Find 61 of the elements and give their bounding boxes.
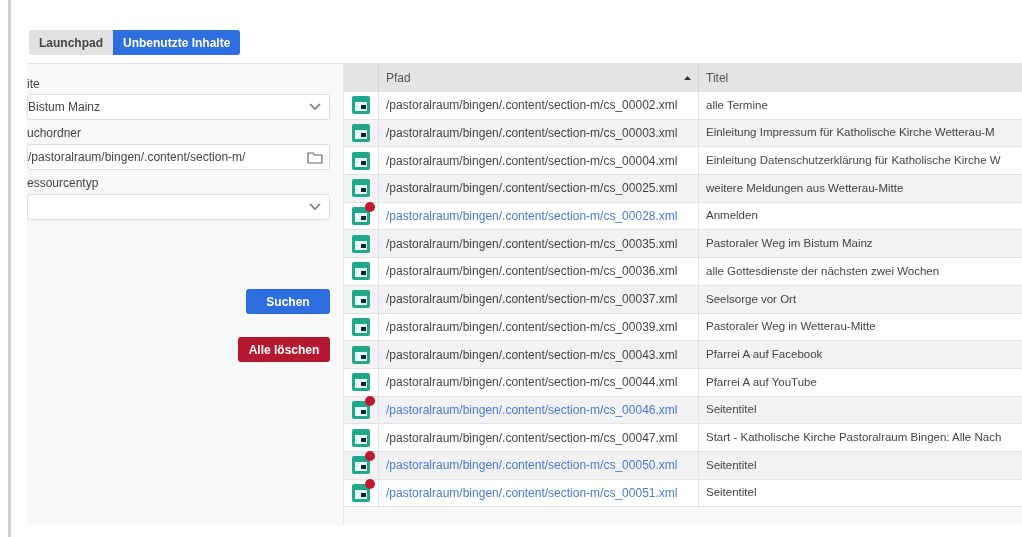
table-cell-text: Einleitung Datenschutzerklärung für Katholische Kirche W <box>706 153 1001 169</box>
table-cell-text: Seitentitel <box>706 402 757 418</box>
table-cell-text: /pastoralraum/bingen/.content/section-m/cs_00035.xml <box>386 235 678 253</box>
table-cell-text: Seitentitel <box>706 457 757 473</box>
breadcrumb-item[interactable]: Unbenutzte Inhalte <box>113 30 241 55</box>
table-cell-text: Einleitung Impressum für Katholische Kirche Wetterau-M <box>706 125 995 141</box>
page-icon <box>351 123 371 144</box>
path-link[interactable]: /pastoralraum/bingen/.content/section-m/cs_00046.xml <box>386 400 678 419</box>
table-cell-text: Seelsorge vor Ort <box>706 291 797 307</box>
column-header[interactable]: Titel <box>706 69 729 87</box>
breadcrumb-item[interactable]: Launchpad <box>29 30 113 55</box>
resource-type-select[interactable] <box>27 194 330 220</box>
field-label: uchordner <box>27 125 83 142</box>
path-link[interactable]: /pastoralraum/bingen/.content/section-m/cs_00050.xml <box>386 456 678 475</box>
folder-icon <box>307 150 323 164</box>
field-label: ite <box>27 76 41 93</box>
page-icon <box>351 233 371 254</box>
page-icon <box>351 344 371 365</box>
page-icon <box>351 372 371 393</box>
folder-input-field[interactable]: /pastoralraum/bingen/.content/section-m/ <box>27 144 330 170</box>
page-icon <box>351 399 371 420</box>
sort-up-icon <box>684 76 691 80</box>
page-icon <box>351 316 371 337</box>
table-cell-text: Anmelden <box>706 208 758 224</box>
table-cell-text: /pastoralraum/bingen/.content/section-m/cs_00002.xml <box>386 97 678 115</box>
page-icon <box>351 261 371 282</box>
page-icon <box>351 455 371 476</box>
column-header[interactable]: Pfad <box>386 69 411 87</box>
site-select[interactable]: Bistum Mainz <box>27 94 330 120</box>
table-cell-text: /pastoralraum/bingen/.content/section-m/cs_00025.xml <box>386 180 678 198</box>
table-cell-text: /pastoralraum/bingen/.content/section-m/cs_00004.xml <box>386 152 678 170</box>
table-cell-text: Pfarrei A auf Facebook <box>706 346 823 362</box>
table-cell-text: /pastoralraum/bingen/.content/section-m/cs_00037.xml <box>386 291 678 309</box>
path-link[interactable]: /pastoralraum/bingen/.content/section-m/cs_00028.xml <box>386 207 678 226</box>
table-cell-text: /pastoralraum/bingen/.content/section-m/cs_00047.xml <box>386 429 678 447</box>
table-cell-text: /pastoralraum/bingen/.content/section-m/cs_00036.xml <box>386 263 678 281</box>
table-cell-text: Pastoraler Weg im Bistum Mainz <box>706 236 873 252</box>
delete-all-button[interactable]: Alle löschen <box>238 337 330 362</box>
chevron-down-icon <box>309 103 321 111</box>
table-cell-text: /pastoralraum/bingen/.content/section-m/cs_00003.xml <box>386 125 678 143</box>
search-button[interactable]: Suchen <box>246 289 330 314</box>
path-link[interactable]: /pastoralraum/bingen/.content/section-m/cs_00051.xml <box>386 483 678 502</box>
table-cell-text: Pfarrei A auf YouTube <box>706 374 817 390</box>
table-cell-text: /pastoralraum/bingen/.content/section-m/cs_00044.xml <box>386 374 678 392</box>
table-cell-text: alle Termine <box>706 97 768 113</box>
page-icon <box>351 178 371 199</box>
table-cell-text: /pastoralraum/bingen/.content/section-m/cs_00039.xml <box>386 318 678 336</box>
field-label: essourcentyp <box>27 175 100 192</box>
page-icon <box>351 95 371 116</box>
page-icon <box>351 289 371 310</box>
page-icon <box>351 206 371 227</box>
table-cell-text: Pastoraler Weg in Wetterau-Mitte <box>706 319 876 335</box>
chevron-down-icon <box>309 203 321 211</box>
page-icon <box>351 150 371 171</box>
page-icon <box>351 427 371 448</box>
page-icon <box>351 482 371 503</box>
table-cell-text: Start - Katholische Kirche Pastoralraum Bingen: Alle Nach <box>706 429 1002 445</box>
table-cell-text: Seitentitel <box>706 485 757 501</box>
table-cell-text: alle Gottesdienste der nächsten zwei Wochen <box>706 263 940 279</box>
table-cell-text: weitere Meldungen aus Wetterau-Mitte <box>706 180 904 196</box>
table-cell-text: /pastoralraum/bingen/.content/section-m/cs_00043.xml <box>386 346 678 364</box>
